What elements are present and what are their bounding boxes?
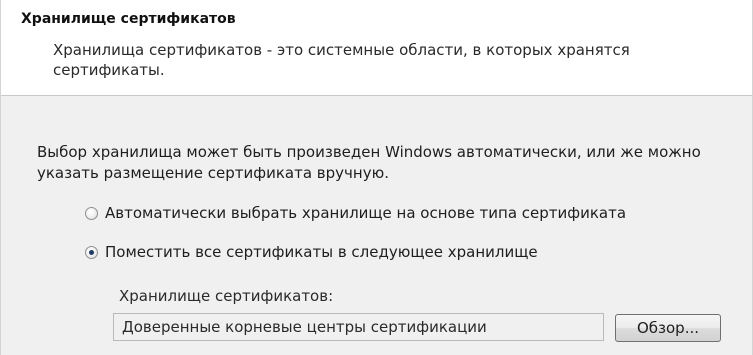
wizard-body: Выбор хранилища может быть произведен Wi… (1, 96, 752, 355)
wizard-header: Хранилище сертификатов Хранилища сертифи… (1, 0, 752, 96)
page-title: Хранилище сертификатов (21, 11, 236, 27)
auto-select-store-option[interactable]: Автоматически выбрать хранилище на основ… (85, 204, 626, 222)
place-in-store-label: Поместить все сертификаты в следующее хр… (105, 243, 538, 261)
certificate-store-label: Хранилище сертификатов: (119, 287, 334, 305)
place-in-store-option[interactable]: Поместить все сертификаты в следующее хр… (85, 243, 538, 261)
auto-select-label: Автоматически выбрать хранилище на основ… (105, 204, 627, 222)
certificate-store-field[interactable]: Доверенные корневые центры сертификации (113, 313, 604, 341)
page-description: Хранилища сертификатов - это системные о… (53, 41, 630, 79)
place-in-store-radio[interactable] (85, 245, 98, 259)
intro-text: Выбор хранилища может быть произведен Wi… (37, 143, 701, 182)
certificate-import-wizard-page: Хранилище сертификатов Хранилища сертифи… (0, 0, 753, 355)
browse-button[interactable]: Обзор... (615, 314, 721, 342)
auto-select-radio[interactable] (85, 206, 98, 220)
